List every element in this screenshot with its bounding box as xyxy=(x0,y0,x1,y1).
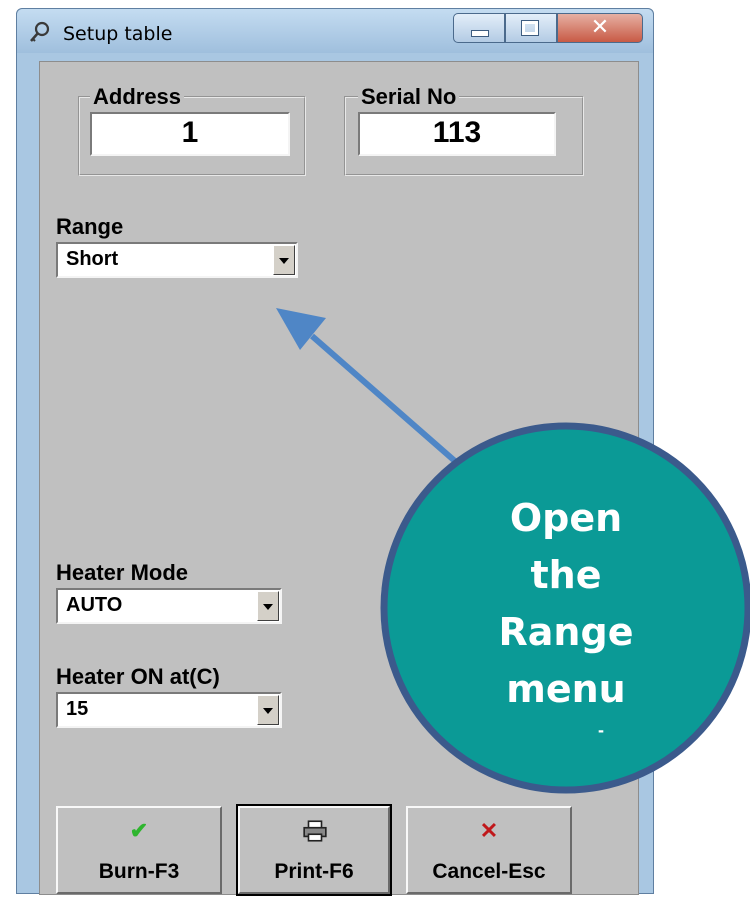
address-group: Address 1 xyxy=(78,84,306,176)
heater-mode-value: AUTO xyxy=(66,594,123,616)
cancel-button[interactable]: ✕ Cancel-Esc xyxy=(406,806,572,894)
callout-line-2: the xyxy=(530,553,602,597)
print-button[interactable]: Print-F6 xyxy=(236,804,392,896)
address-field[interactable]: 1 xyxy=(90,112,290,156)
checkmark-icon: ✔ xyxy=(129,818,149,843)
callout-line-3: Range xyxy=(498,610,634,654)
burn-button[interactable]: ✔ Burn-F3 xyxy=(56,806,222,894)
range-label: Range xyxy=(56,214,124,239)
print-button-label: Print-F6 xyxy=(274,860,354,883)
callout-line-4: menu xyxy=(506,667,626,711)
serial-group: Serial No 113 xyxy=(344,84,584,176)
heater-mode-label: Heater Mode xyxy=(56,560,189,585)
cancel-button-label: Cancel-Esc xyxy=(432,860,546,883)
printer-icon xyxy=(303,820,327,842)
maximize-icon xyxy=(522,21,538,35)
maximize-button[interactable] xyxy=(505,13,557,43)
minimize-icon xyxy=(471,30,489,37)
address-label: Address xyxy=(90,84,185,110)
key-icon xyxy=(30,21,50,42)
heater-on-dropdown-arrow[interactable] xyxy=(257,695,279,725)
range-value: Short xyxy=(66,248,119,270)
heater-on-select[interactable]: 15 xyxy=(56,692,282,728)
serial-label: Serial No xyxy=(358,84,460,110)
cross-icon: ✕ xyxy=(479,818,499,843)
heater-mode-dropdown-arrow[interactable] xyxy=(257,591,279,621)
heater-on-label: Heater ON at(C) xyxy=(56,664,220,689)
callout-line-1: Open xyxy=(509,496,623,540)
close-icon: ✕ xyxy=(590,15,610,40)
range-select[interactable]: Short xyxy=(56,242,298,278)
callout-text: Open the Range menu xyxy=(388,490,744,718)
minimize-button[interactable] xyxy=(453,13,505,43)
close-button[interactable]: ✕ xyxy=(557,13,643,43)
burn-button-label: Burn-F3 xyxy=(98,860,180,883)
serial-field[interactable]: 113 xyxy=(358,112,556,156)
heater-on-value: 15 xyxy=(66,698,89,720)
title-bar[interactable]: Setup table ✕ xyxy=(17,9,653,53)
callout-mark: - xyxy=(598,720,604,740)
window-title: Setup table xyxy=(63,23,173,45)
range-dropdown-arrow[interactable] xyxy=(273,245,295,275)
heater-mode-select[interactable]: AUTO xyxy=(56,588,282,624)
dialog-body: Address 1 Serial No 113 Range Short Heat… xyxy=(39,61,639,896)
setup-table-window: Setup table ✕ Address 1 Serial No 113 Ra… xyxy=(16,8,654,896)
